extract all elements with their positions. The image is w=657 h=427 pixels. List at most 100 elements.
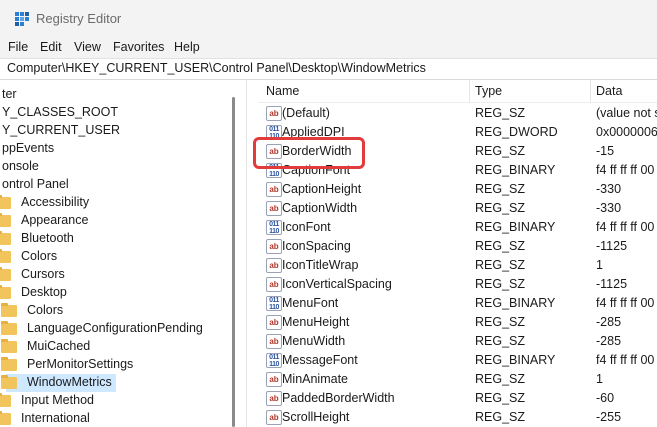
value-row[interactable]: 011110MenuFont REG_BINARY f4 ff ff ff 00 0: [258, 294, 657, 313]
value-row[interactable]: ab CaptionWidth REG_SZ -330: [258, 199, 657, 218]
binary-value-icon: 011 110: [266, 296, 282, 311]
tree-item[interactable]: onsole: [0, 158, 240, 176]
value-row[interactable]: ab PaddedBorderWidth REG_SZ -60: [258, 389, 657, 408]
value-name: CaptionWidth: [282, 201, 358, 215]
menu-edit[interactable]: Edit: [40, 40, 62, 54]
value-row[interactable]: ab MenuWidth REG_SZ -285: [258, 332, 657, 351]
tree-item[interactable]: ontrol Panel: [0, 176, 240, 194]
menu-favorites[interactable]: Favorites: [113, 40, 164, 54]
value-row[interactable]: 011 110 MessageFont REG_BINARY f4 ff ff ff 0…: [258, 351, 657, 370]
tree-item-label: Colors: [21, 249, 58, 263]
tree-item-label: ontrol Panel: [2, 177, 69, 191]
value-type: REG_SZ: [475, 372, 526, 386]
tree-item[interactable]: Colors: [0, 302, 240, 320]
menu-bar: File Edit View Favorites Help: [0, 36, 657, 58]
menu-view[interactable]: View: [74, 40, 101, 54]
folder-icon: [1, 357, 17, 371]
value-row[interactable]: ab IconSpacing REG_SZ -1125: [258, 237, 657, 256]
column-type-header[interactable]: Type: [475, 84, 502, 98]
tree-item-label: onsole: [2, 159, 39, 173]
value-name: MinAnimate: [282, 372, 348, 386]
folder-icon: [0, 213, 11, 227]
value-row[interactable]: ab IconVerticalSpacing REG_SZ -1125: [258, 275, 657, 294]
value-row[interactable]: 011110IconFont REG_BINARY f4 ff ff ff 00 0: [258, 218, 657, 237]
value-type: REG_SZ: [475, 258, 526, 272]
folder-icon: [0, 411, 11, 425]
tree-item-label: LanguageConfigurationPending: [27, 321, 203, 335]
key-tree: ter Y_CLASSES_ROOT Y_CURRENT_USER ppEvents o…: [0, 80, 247, 427]
string-value-icon: ab: [266, 372, 282, 387]
string-value-icon: ab: [266, 201, 282, 216]
folder-icon: [1, 375, 17, 389]
folder-icon: [0, 285, 11, 299]
tree-item-label: MuiCached: [27, 339, 91, 353]
column-name-header[interactable]: Name: [266, 84, 299, 98]
tree-item[interactable]: Colors: [0, 248, 240, 266]
value-row[interactable]: ab CaptionHeight REG_SZ -330: [258, 180, 657, 199]
value-data: -255: [596, 410, 622, 424]
value-type: REG_DWORD: [475, 125, 558, 139]
value-data: -330: [596, 182, 622, 196]
value-row[interactable]: ab(Default) REG_SZ (value not se: [258, 104, 657, 123]
tree-item-label: Input Method: [21, 393, 94, 407]
value-row[interactable]: ab ScrollHeight REG_SZ -255: [258, 408, 657, 427]
tree-item[interactable]: Y_CURRENT_USER: [0, 122, 240, 140]
value-name: IconSpacing: [282, 239, 351, 253]
tree-scrollbar[interactable]: [232, 97, 235, 427]
tree-item[interactable]: Y_CLASSES_ROOT: [0, 104, 240, 122]
tree-item[interactable]: LanguageConfigurationPending: [0, 320, 240, 338]
value-name: PaddedBorderWidth: [282, 391, 395, 405]
string-value-icon: ab: [266, 315, 282, 330]
value-name: ScrollHeight: [282, 410, 350, 424]
tree-item[interactable]: Cursors: [0, 266, 240, 284]
folder-icon: [1, 339, 17, 353]
value-data: 1: [596, 258, 603, 272]
value-data: -285: [596, 315, 622, 329]
tree-item-label: Accessibility: [21, 195, 90, 209]
address-bar[interactable]: Computer\HKEY_CURRENT_USER\Control Panel…: [0, 58, 657, 80]
tree-item[interactable]: Bluetooth: [0, 230, 240, 248]
value-name: IconFont: [282, 220, 331, 234]
menu-file[interactable]: File: [8, 40, 28, 54]
tree-item[interactable]: WindowMetrics: [1, 374, 116, 392]
tree-item-label: ter: [2, 87, 17, 101]
value-row[interactable]: ab MenuHeight REG_SZ -285: [258, 313, 657, 332]
value-row[interactable]: ab IconTitleWrap REG_SZ 1: [258, 256, 657, 275]
tree-item-label: Y_CLASSES_ROOT: [2, 105, 119, 119]
menu-help[interactable]: Help: [174, 40, 200, 54]
value-type: REG_SZ: [475, 277, 526, 291]
folder-icon: [0, 267, 11, 281]
string-value-icon: ab: [266, 182, 282, 197]
address-path[interactable]: Computer\HKEY_CURRENT_USER\Control Panel…: [7, 61, 426, 75]
value-data: -1125: [596, 239, 628, 253]
tree-item[interactable]: ter: [0, 86, 240, 104]
value-data: f4 ff ff ff 00 0: [596, 296, 657, 310]
tree-item[interactable]: Input Method: [0, 392, 240, 410]
list-header: Name Type Data: [258, 80, 657, 103]
string-value-icon: ab: [266, 391, 282, 406]
tree-item[interactable]: MuiCached: [0, 338, 240, 356]
folder-icon: [1, 303, 17, 317]
value-data: -330: [596, 201, 622, 215]
column-data-header[interactable]: Data: [596, 84, 622, 98]
value-data: 0x00000060: [596, 125, 657, 139]
tree-item[interactable]: International: [0, 410, 240, 427]
tree-item-label: Appearance: [21, 213, 89, 227]
value-name: IconTitleWrap: [282, 258, 359, 272]
column-divider[interactable]: [590, 80, 591, 102]
tree-item-label: Y_CURRENT_USER: [2, 123, 121, 137]
tree-item[interactable]: Desktop: [0, 284, 240, 302]
value-type: REG_SZ: [475, 334, 526, 348]
value-row[interactable]: ab MinAnimate REG_SZ 1: [258, 370, 657, 389]
string-value-icon: ab: [266, 239, 282, 254]
tree-item-label: PerMonitorSettings: [27, 357, 134, 371]
tree-item[interactable]: ppEvents: [0, 140, 240, 158]
tree-item-label: ppEvents: [2, 141, 55, 155]
column-divider[interactable]: [469, 80, 470, 102]
value-data: -60: [596, 391, 615, 405]
tree-item[interactable]: PerMonitorSettings: [0, 356, 240, 374]
string-value-icon: ab: [266, 334, 282, 349]
tree-item[interactable]: Appearance: [0, 212, 240, 230]
value-type: REG_SZ: [475, 239, 526, 253]
tree-item[interactable]: Accessibility: [0, 194, 240, 212]
